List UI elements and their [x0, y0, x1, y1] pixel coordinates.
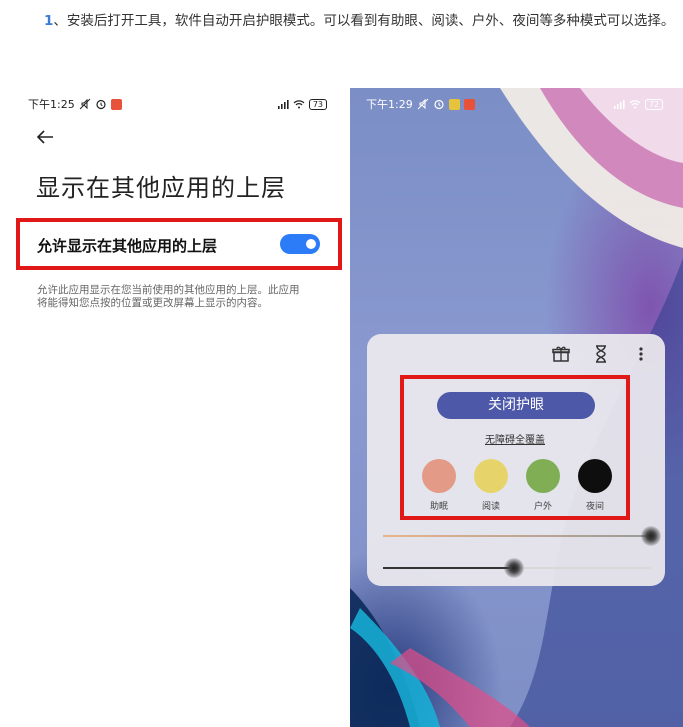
- color-temperature-slider[interactable]: [383, 526, 661, 546]
- eye-protection-panel: 关闭护眼 无障碍全覆盖 助眠 阅读 户外 夜间: [367, 334, 665, 586]
- mode-list: 助眠 阅读 户外 夜间: [422, 459, 612, 512]
- wifi-icon: [293, 100, 305, 109]
- gift-icon[interactable]: [551, 344, 571, 364]
- allow-overlay-toggle[interactable]: [280, 234, 320, 254]
- permission-description: 允许此应用显示在您当前使用的其他应用的上层。此应用将能得知您点按的位置或更改屏幕…: [37, 284, 300, 309]
- slider-thumb[interactable]: [641, 526, 661, 546]
- mode-label: 助眠: [429, 502, 448, 512]
- mode-sleep-swatch: [422, 459, 456, 493]
- left-phone-screenshot: 下午1:25 73 显示在其他应用的上层 允许显示在其他应用的上层 允许此应用显…: [0, 88, 345, 727]
- mode-reading[interactable]: 阅读: [474, 459, 508, 512]
- right-phone-screenshot: 下午1:29 72 关闭护眼 无障碍全覆盖 助眠 阅读 户外 夜间: [350, 88, 683, 727]
- app-notification-icon: [463, 98, 475, 110]
- app-notification-icon: [448, 98, 460, 110]
- mode-label: 户外: [533, 502, 552, 512]
- mode-night-swatch: [578, 459, 612, 493]
- toggle-knob: [306, 239, 316, 249]
- mode-sleep[interactable]: 助眠: [422, 459, 456, 512]
- app-notification-icon: [110, 98, 122, 110]
- alarm-icon: [96, 99, 106, 110]
- status-bar: 下午1:25 73: [28, 96, 327, 112]
- mute-icon: [417, 98, 429, 110]
- mode-label: 阅读: [481, 502, 500, 512]
- mode-outdoor-swatch: [526, 459, 560, 493]
- brightness-slider[interactable]: [383, 558, 651, 578]
- alarm-icon: [434, 99, 444, 110]
- back-arrow-icon[interactable]: [34, 126, 56, 148]
- slider-thumb[interactable]: [504, 558, 525, 578]
- wifi-icon: [629, 100, 641, 109]
- status-time: 下午1:29: [366, 98, 413, 111]
- intro-number: 1: [44, 13, 54, 29]
- mode-outdoor[interactable]: 户外: [526, 459, 560, 512]
- status-time: 下午1:25: [28, 98, 75, 111]
- close-eye-protection-button[interactable]: 关闭护眼: [437, 392, 595, 419]
- more-options-icon[interactable]: [631, 344, 651, 364]
- mute-icon: [79, 98, 91, 110]
- status-bar: 下午1:29 72: [366, 96, 663, 112]
- signal-icon: [613, 100, 625, 109]
- mode-selection-highlight: 关闭护眼 无障碍全覆盖 助眠 阅读 户外 夜间: [400, 375, 630, 520]
- battery-indicator: 73: [308, 98, 327, 110]
- hourglass-icon[interactable]: [591, 344, 611, 364]
- mode-reading-swatch: [474, 459, 508, 493]
- accessibility-coverage-link[interactable]: 无障碍全覆盖: [404, 431, 626, 446]
- allow-overlay-setting-row[interactable]: 允许显示在其他应用的上层: [16, 218, 342, 270]
- signal-icon: [277, 100, 289, 109]
- intro-paragraph: 1、安装后打开工具，软件自动开启护眼模式。可以看到有助眼、阅读、户外、夜间等多种…: [8, 8, 680, 35]
- mode-label: 夜间: [585, 502, 604, 512]
- mode-night[interactable]: 夜间: [578, 459, 612, 512]
- intro-text: 、安装后打开工具，软件自动开启护眼模式。可以看到有助眼、阅读、户外、夜间等多种模…: [53, 13, 675, 29]
- allow-overlay-label: 允许显示在其他应用的上层: [37, 237, 218, 255]
- page-title: 显示在其他应用的上层: [36, 174, 286, 202]
- panel-toolbar: [551, 344, 651, 364]
- battery-indicator: 72: [644, 98, 663, 110]
